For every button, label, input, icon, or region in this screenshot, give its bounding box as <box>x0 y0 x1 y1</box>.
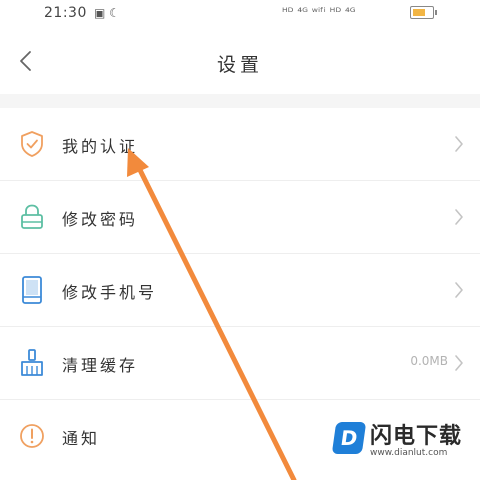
cache-size-value: 0.0MB <box>410 354 448 368</box>
watermark: D 闪电下载 www.dianlut.com <box>331 418 464 464</box>
chevron-right-icon <box>455 355 463 371</box>
menu-item-clear-cache[interactable]: 清理缓存 0.0MB <box>0 327 480 400</box>
menu-item-label: 修改密码 <box>62 210 139 229</box>
lock-icon <box>18 203 46 231</box>
menu-item-label: 修改手机号 <box>62 283 158 302</box>
menu-item-label: 清理缓存 <box>62 356 139 375</box>
alert-circle-icon <box>18 422 46 450</box>
menu-item-label: 通知 <box>62 429 101 448</box>
network-signal-icons: ᴴᴰ ⁴ᴳ ʷⁱᶠⁱ ᴴᴰ ⁴ᴳ <box>282 5 356 19</box>
header: 设置 <box>0 28 480 94</box>
menu-item-label: 我的认证 <box>62 137 139 156</box>
page-title: 设置 <box>216 54 263 76</box>
battery-icon <box>410 6 437 19</box>
shield-check-icon <box>18 130 46 158</box>
watermark-logo: D <box>331 422 367 454</box>
menu-item-change-password[interactable]: 修改密码 <box>0 181 480 254</box>
chevron-right-icon <box>455 136 463 152</box>
battery-level-fill <box>413 9 425 16</box>
chevron-right-icon <box>455 209 463 225</box>
section-divider <box>0 94 480 108</box>
menu-item-my-certification[interactable]: 我的认证 <box>0 108 480 181</box>
broom-icon <box>18 349 46 377</box>
status-bar: 21:30 ▣ ☾ ᴴᴰ ⁴ᴳ ʷⁱᶠⁱ ᴴᴰ ⁴ᴳ <box>0 0 480 28</box>
phone-icon <box>18 276 46 304</box>
chevron-right-icon <box>455 282 463 298</box>
battery-cap <box>435 10 437 15</box>
status-time: 21:30 <box>44 5 87 21</box>
watermark-brand: 闪电下载 <box>370 424 463 449</box>
status-notification-icons: ▣ ☾ <box>94 6 120 20</box>
menu-item-change-phone[interactable]: 修改手机号 <box>0 254 480 327</box>
watermark-url: www.dianlut.com <box>370 448 448 458</box>
